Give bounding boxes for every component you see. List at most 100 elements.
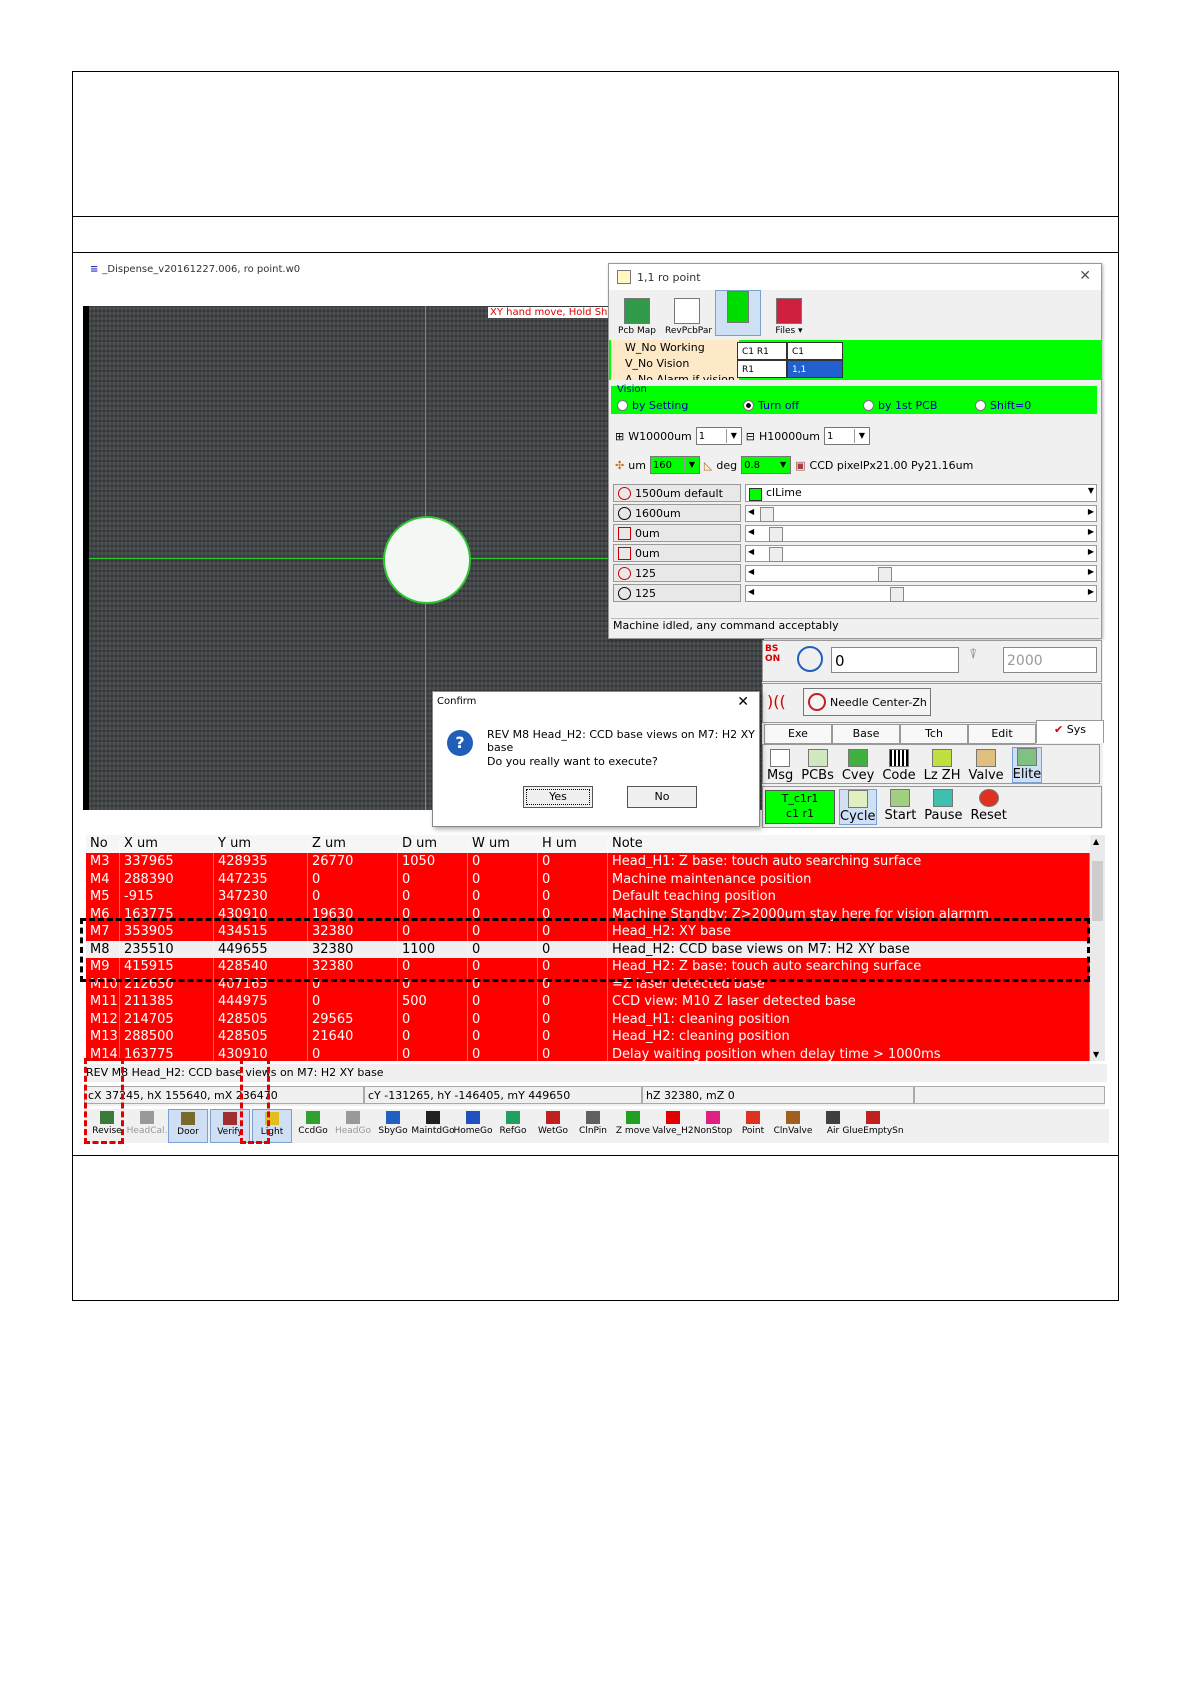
nonstop-button[interactable]: NonStop xyxy=(694,1109,732,1143)
um-select[interactable]: 160 ▼ xyxy=(649,456,700,474)
tab-edit[interactable]: Edit xyxy=(968,724,1036,744)
maintdgo-button[interactable]: MaintdGo xyxy=(411,1109,455,1143)
prop-contrast[interactable]: 125 xyxy=(613,584,741,602)
close-icon[interactable]: ✕ xyxy=(1079,268,1091,284)
table-row[interactable]: M12 214705 428505 29565 0 0 0 Head_H1: cleaning… xyxy=(86,1010,1090,1028)
ccdgo-button[interactable]: CcdGo xyxy=(294,1109,332,1143)
elite-button[interactable]: Elite xyxy=(1011,747,1043,783)
scroll-down-icon[interactable]: ▼ xyxy=(1093,1050,1099,1059)
prop-brightness[interactable]: 125 xyxy=(613,564,741,582)
table-row[interactable]: M11 211385 444975 0 500 0 0 CCD view: M10 Z las… xyxy=(86,993,1090,1011)
column-header[interactable]: D um xyxy=(398,835,468,853)
table-row[interactable]: M4 288390 447235 0 0 0 0 Machine maintenance po… xyxy=(86,870,1090,888)
pcbs-button[interactable]: PCBs xyxy=(801,749,834,783)
prop-circle-size[interactable]: 1600um xyxy=(613,504,741,522)
table-scrollbar[interactable]: ▲ ▼ xyxy=(1090,835,1105,1061)
table-row[interactable]: M14 163775 430910 0 0 0 0 Delay waiting positio… xyxy=(86,1045,1090,1061)
deg-select[interactable]: 0.8 ▼ xyxy=(741,456,792,474)
slider-contrast[interactable]: ◀ ▶ xyxy=(745,585,1097,602)
valve-h2-button[interactable]: Valve_H2 xyxy=(652,1109,694,1143)
width-count-select[interactable]: 1 ▼ xyxy=(695,427,742,445)
cycle-icon xyxy=(847,790,868,808)
table-row[interactable]: M5 -915 347230 0 0 0 0 Default teaching positio… xyxy=(86,888,1090,906)
slider-circle-size[interactable]: ◀ ▶ xyxy=(745,505,1097,522)
cvey-button[interactable]: Cvey xyxy=(842,749,874,783)
slider-thumb[interactable] xyxy=(877,567,892,582)
cycle-box: T_c1r1 c1 r1 Cycle Start Pause Reset xyxy=(762,786,1102,828)
counter-input[interactable]: 0 xyxy=(831,647,959,673)
prop-offset-y[interactable]: 0um xyxy=(613,544,741,562)
headgo-button[interactable]: HeadGo xyxy=(334,1109,372,1143)
slider-thumb[interactable] xyxy=(769,527,784,542)
current-cell[interactable]: T_c1r1 c1 r1 xyxy=(765,790,835,824)
maintdgo-icon xyxy=(426,1111,440,1124)
slider-offset-y[interactable]: ◀ ▶ xyxy=(745,545,1097,562)
column-header[interactable]: X um xyxy=(120,835,214,853)
radio-by-1st-pcb[interactable]: by 1st PCB xyxy=(863,399,937,412)
checkbox-no-alarm[interactable]: A_No Alarm if vision e xyxy=(611,372,739,380)
code-button[interactable]: Code xyxy=(882,749,916,783)
valve-button[interactable]: Valve xyxy=(969,749,1004,783)
column-header[interactable]: Note xyxy=(608,835,1090,853)
grid-1-1[interactable]: 1,1 xyxy=(787,360,843,378)
radio-turn-off[interactable]: Turn off xyxy=(743,399,799,412)
lz-zh-button[interactable]: Lz ZH xyxy=(924,749,961,783)
homego-button[interactable]: HomeGo xyxy=(453,1109,493,1143)
pause-button[interactable]: Pause xyxy=(924,789,963,825)
radio-by-setting[interactable]: by Setting xyxy=(617,399,688,412)
cycle-button[interactable]: Cycle xyxy=(839,789,877,825)
tab-tch[interactable]: Tch xyxy=(900,724,968,744)
target-count-input[interactable]: 2000 xyxy=(1003,647,1097,673)
reset-button[interactable]: Reset xyxy=(971,789,1007,825)
prop-default-size[interactable]: 1500um default xyxy=(613,484,741,502)
column-header[interactable]: No xyxy=(86,835,120,853)
msg-button[interactable]: Msg xyxy=(767,749,793,783)
column-header[interactable]: Z um xyxy=(308,835,398,853)
prop-offset-x[interactable]: 0um xyxy=(613,524,741,542)
radio-shift-0[interactable]: Shift=0 xyxy=(975,399,1031,412)
grid-c1r1[interactable]: C1 R1 xyxy=(737,342,787,360)
slider-offset-x[interactable]: ◀ ▶ xyxy=(745,525,1097,542)
pcb-map-button[interactable]: Pcb Map xyxy=(615,298,659,336)
yes-button[interactable]: Yes xyxy=(523,786,593,808)
glueemptysn-button[interactable]: GlueEmptySn xyxy=(842,1109,904,1143)
tab-exe[interactable]: Exe xyxy=(764,724,832,744)
clock-icon[interactable] xyxy=(797,646,823,672)
grid-c1[interactable]: C1 xyxy=(787,342,843,360)
rev-pcb-par-button[interactable]: RevPcbPar xyxy=(665,298,712,336)
clnvalve-button[interactable]: ClnValve xyxy=(774,1109,812,1143)
headcal-button[interactable]: HeadCal. xyxy=(127,1109,167,1143)
height-count-select[interactable]: 1 ▼ xyxy=(823,427,870,445)
no-button[interactable]: No xyxy=(627,786,697,808)
table-row[interactable]: M13 288500 428505 21640 0 0 0 Head_H2: cleaning… xyxy=(86,1028,1090,1046)
z-move-button[interactable]: Z move xyxy=(614,1109,652,1143)
slider-thumb[interactable] xyxy=(760,507,774,522)
color-select[interactable]: clLime ▼ xyxy=(745,484,1097,502)
sensor-icon: )(( xyxy=(767,692,786,711)
clnpin-button[interactable]: ClnPin xyxy=(574,1109,612,1143)
tab-base[interactable]: Base xyxy=(832,724,900,744)
green-toggle-button[interactable] xyxy=(715,290,761,336)
scroll-up-icon[interactable]: ▲ xyxy=(1093,837,1099,846)
column-header[interactable]: W um xyxy=(468,835,538,853)
point-button[interactable]: Point xyxy=(734,1109,772,1143)
column-header[interactable]: Y um xyxy=(214,835,308,853)
slider-thumb[interactable] xyxy=(769,547,784,562)
grid-r1[interactable]: R1 xyxy=(737,360,787,378)
needle-center-button[interactable]: Needle Center-Zh xyxy=(803,688,931,716)
close-icon[interactable]: ✕ xyxy=(737,694,749,710)
checkbox-no-vision[interactable]: V_No Vision xyxy=(611,356,739,372)
checkbox-no-working[interactable]: W_No Working xyxy=(611,340,739,356)
column-header[interactable]: H um xyxy=(538,835,608,853)
door-button[interactable]: Door xyxy=(168,1109,208,1143)
tab-sys[interactable]: ✔ Sys xyxy=(1036,720,1104,743)
table-row[interactable]: M3 337965 428935 26770 1050 0 0 Head_H1: Z base… xyxy=(86,853,1090,871)
scrollbar-thumb[interactable] xyxy=(1092,861,1103,921)
files-button[interactable]: Files ▾ xyxy=(767,298,811,336)
start-button[interactable]: Start xyxy=(885,789,916,825)
sbygo-button[interactable]: SbyGo xyxy=(374,1109,412,1143)
wetgo-button[interactable]: WetGo xyxy=(534,1109,572,1143)
refgo-button[interactable]: RefGo xyxy=(494,1109,532,1143)
slider-brightness[interactable]: ◀ ▶ xyxy=(745,565,1097,582)
slider-thumb[interactable] xyxy=(890,587,905,602)
